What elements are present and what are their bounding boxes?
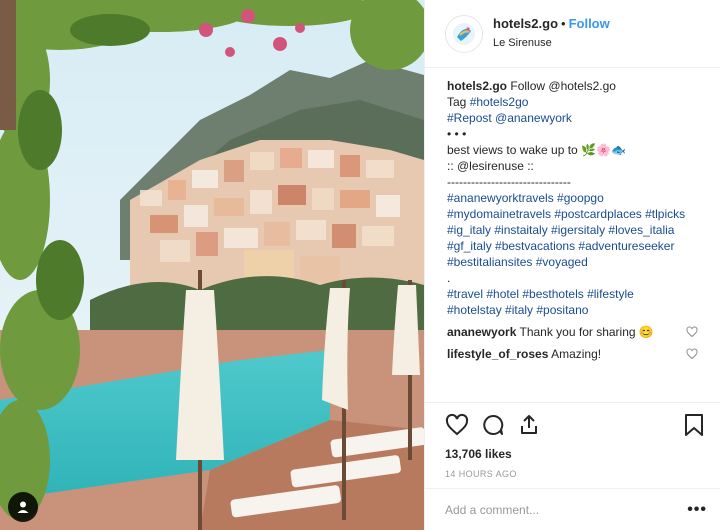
hashtags-line[interactable]: #mydomainetravels #postcardplaces #tlpic… [447, 206, 698, 222]
period-line: . [447, 271, 451, 285]
comment-username[interactable]: ananewyork [447, 325, 516, 339]
caption-follow: Follow [510, 79, 546, 93]
comment-username[interactable]: lifestyle_of_roses [447, 347, 548, 361]
hashtags-line[interactable]: #hotelstay #italy #positano [447, 302, 698, 318]
dots-line: • • • [447, 127, 467, 141]
comment-like-icon[interactable] [686, 348, 698, 360]
repost-line[interactable]: #Repost @ananewyork [447, 110, 698, 126]
post-timestamp[interactable]: 14 HOURS AGO [445, 469, 705, 479]
comment-icon[interactable] [481, 413, 505, 437]
hashtags-line[interactable]: #bestitaliansites #voyaged [447, 254, 698, 270]
hashtags-line[interactable]: #ig_italy #instaitaly #igersitaly #loves… [447, 222, 698, 238]
bookmark-icon[interactable] [683, 413, 705, 437]
caption-tag-label: Tag [447, 95, 467, 109]
hashtags-line[interactable]: #gf_italy #bestvacations #adventureseeke… [447, 238, 698, 254]
comment-row: lifestyle_of_roses Amazing! [447, 346, 698, 362]
add-comment-input[interactable] [445, 502, 688, 517]
user-tag-icon[interactable] [8, 492, 38, 522]
divider-line: ------------------------------- [447, 175, 571, 189]
post-header: hotels2.go • Follow Le Sirenuse [425, 0, 720, 68]
comment-text: Thank you for sharing 😊 [519, 325, 654, 339]
post-actions: 13,706 likes 14 HOURS AGO [425, 402, 720, 479]
post-caption: hotels2.go Follow @hotels2.go Tag #hotel… [447, 78, 698, 318]
likes-count[interactable]: 13,706 likes [445, 447, 705, 461]
mention-line[interactable]: :: @lesirenuse :: [447, 158, 698, 174]
follow-button[interactable]: Follow [569, 16, 610, 31]
share-icon[interactable] [517, 413, 541, 437]
post-panel: hotels2.go • Follow Le Sirenuse hotels2.go… [424, 0, 720, 530]
comment-row: ananewyork Thank you for sharing 😊 [447, 324, 698, 340]
more-options-icon[interactable]: ••• [687, 501, 707, 519]
comment-like-icon[interactable] [686, 326, 698, 338]
separator-dot: • [561, 16, 566, 31]
caption-username[interactable]: hotels2.go [447, 79, 507, 93]
caption-handle: @hotels2.go [548, 79, 616, 93]
avatar[interactable] [445, 14, 483, 53]
add-comment-bar: ••• [425, 488, 720, 530]
hashtags-line[interactable]: #ananewyorktravels #goopgo [447, 190, 698, 206]
post-photo[interactable] [0, 0, 424, 530]
location-link[interactable]: Le Sirenuse [493, 35, 610, 51]
hashtag-link[interactable]: #hotels2go [470, 95, 529, 109]
comment-text: Amazing! [551, 347, 602, 361]
comments-section: hotels2.go Follow @hotels2.go Tag #hotel… [425, 68, 720, 362]
username-link[interactable]: hotels2.go [493, 16, 558, 31]
positano-photo [0, 0, 424, 530]
caption-text: best views to wake up to 🌿🌸🐟 [447, 143, 626, 157]
heart-icon[interactable] [445, 413, 469, 437]
hashtags-line[interactable]: #travel #hotel #besthotels #lifestyle [447, 286, 698, 302]
